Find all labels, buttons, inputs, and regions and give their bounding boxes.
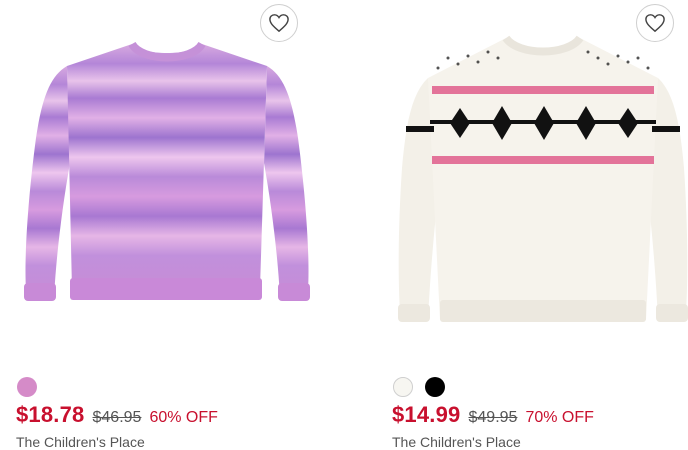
brand-name[interactable]: The Children's Place bbox=[392, 434, 521, 450]
price-row: $14.99 $49.95 70% OFF bbox=[392, 402, 594, 428]
sale-price: $14.99 bbox=[392, 402, 461, 427]
product-image-fair-isle-sweater[interactable] bbox=[388, 28, 688, 338]
sale-price: $18.78 bbox=[16, 402, 85, 427]
color-swatch-black[interactable] bbox=[425, 377, 445, 397]
color-swatch-purple[interactable] bbox=[17, 377, 37, 397]
original-price: $46.95 bbox=[92, 409, 142, 426]
discount-label: 60% OFF bbox=[149, 409, 218, 426]
color-swatches bbox=[17, 377, 37, 397]
discount-label: 70% OFF bbox=[525, 409, 594, 426]
product-card-2[interactable]: $14.99 $49.95 70% OFF The Children's Pla… bbox=[388, 0, 688, 450]
color-swatches bbox=[393, 377, 445, 397]
color-swatch-cream[interactable] bbox=[393, 377, 413, 397]
product-card-1[interactable]: $18.78 $46.95 60% OFF The Children's Pla… bbox=[12, 0, 322, 450]
price-row: $18.78 $46.95 60% OFF bbox=[16, 402, 218, 428]
brand-name[interactable]: The Children's Place bbox=[16, 434, 145, 450]
product-image-purple-sweater[interactable] bbox=[12, 28, 322, 338]
original-price: $49.95 bbox=[468, 409, 518, 426]
